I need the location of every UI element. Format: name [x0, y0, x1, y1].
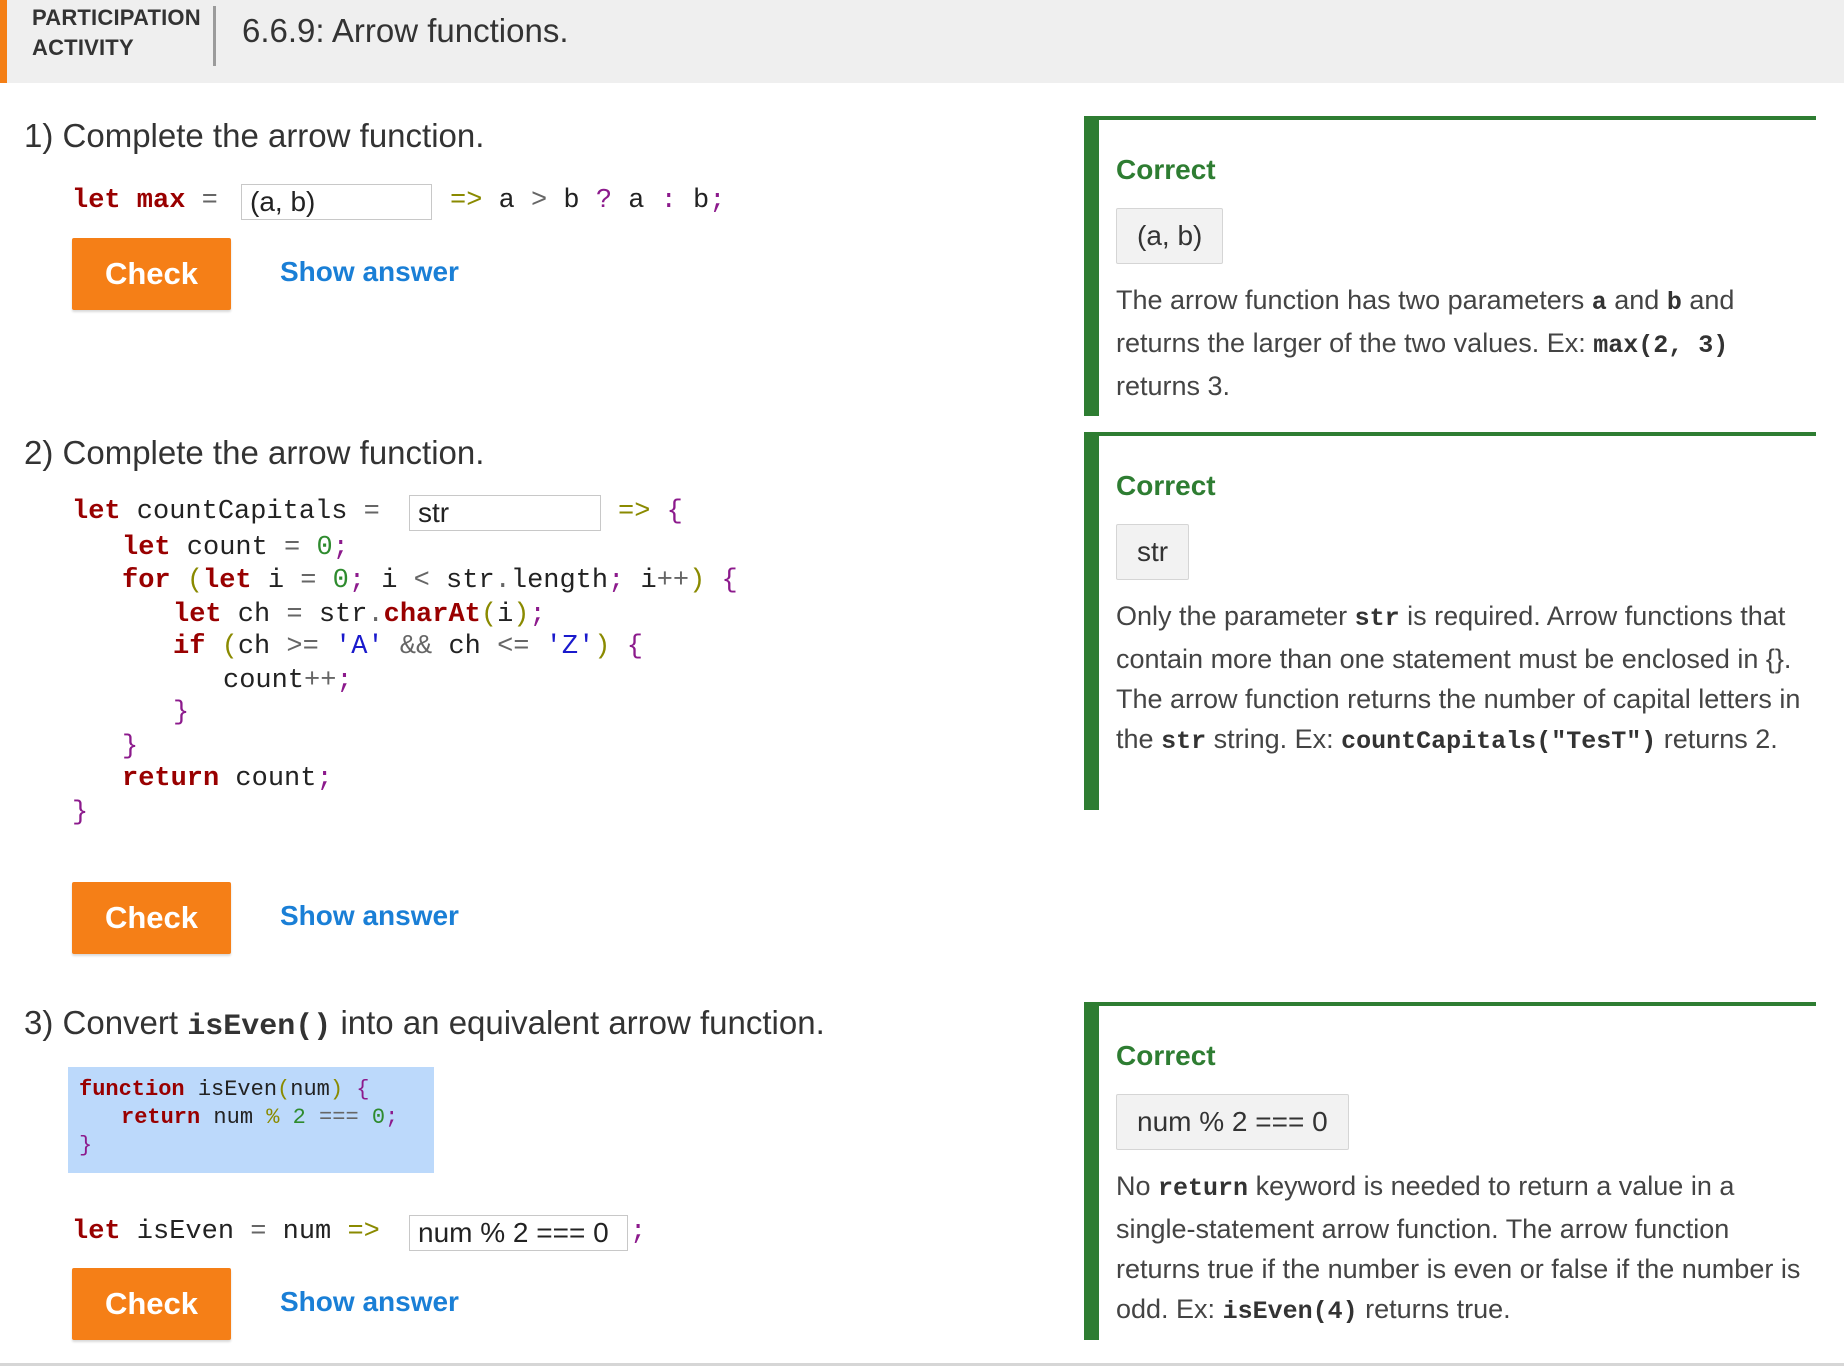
- q1-show-answer-link[interactable]: Show answer: [280, 256, 459, 288]
- q1-code-after: => a > b ? a : b;: [450, 186, 726, 216]
- q2-code-line-2: let count = 0;: [122, 533, 349, 563]
- q2-explanation-code-2: str: [1161, 727, 1207, 756]
- q3-explanation-text-1: No: [1116, 1171, 1151, 1201]
- q2-code-line-4: let ch = str.charAt(i);: [173, 600, 546, 630]
- question-3-prompt-before: Convert: [62, 1004, 179, 1041]
- q1-code-before: let max =: [72, 186, 218, 216]
- question-2-number: 2): [24, 434, 54, 471]
- q3-answer-input[interactable]: num % 2 === 0: [409, 1215, 628, 1251]
- q3-feedback-panel: Correct num % 2 === 0 No return keyword …: [1084, 1002, 1816, 1340]
- q3-show-answer-link[interactable]: Show answer: [280, 1286, 459, 1318]
- activity-type: PARTICIPATION ACTIVITY: [32, 3, 201, 63]
- q1-explanation-code-2: b: [1666, 288, 1682, 317]
- feedback-top-border: [1099, 432, 1816, 436]
- q3-feedback-answer: num % 2 === 0: [1116, 1094, 1349, 1150]
- q2-explanation-text-4: returns 2.: [1663, 724, 1778, 754]
- question-3-number: 3): [24, 1004, 54, 1041]
- q2-code-line-3: for (let i = 0; i < str.length; i++) {: [122, 566, 738, 596]
- q3-feedback-status: Correct: [1116, 1040, 1216, 1071]
- q3-explanation-code-2: isEven(4): [1222, 1297, 1358, 1326]
- feedback-top-border: [1099, 1002, 1816, 1006]
- q2-feedback-panel: Correct str Only the parameter str is re…: [1084, 432, 1816, 810]
- q2-feedback-status: Correct: [1116, 470, 1216, 501]
- q1-feedback-answer: (a, b): [1116, 208, 1224, 264]
- q2-code-line-5: if (ch >= 'A' && ch <= 'Z') {: [173, 632, 643, 662]
- q2-explanation-code-1: str: [1354, 604, 1400, 633]
- q3-explanation-code-1: return: [1158, 1174, 1249, 1203]
- question-3-prompt-after: into an equivalent arrow function.: [340, 1004, 825, 1041]
- question-2-prompt: Complete the arrow function.: [62, 434, 485, 471]
- q2-code-line-7: }: [173, 698, 190, 728]
- q3-original-code-block: function isEven(num) { return num % 2 ==…: [68, 1067, 434, 1173]
- q2-code-line-10: }: [72, 798, 89, 828]
- q2-code-line-1-after: => {: [618, 497, 683, 527]
- header-accent-bar: [0, 0, 7, 83]
- q2-code-line-1-before: let countCapitals =: [72, 497, 380, 527]
- q1-explanation-text-4: returns 3.: [1116, 371, 1231, 401]
- q2-explanation-text-3: string. Ex:: [1213, 724, 1334, 754]
- q3-code-line-3: }: [79, 1133, 93, 1158]
- bottom-divider: [0, 1363, 1844, 1366]
- q3-code-line-1: function isEven(num) {: [79, 1077, 370, 1102]
- question-1-prompt: Complete the arrow function.: [62, 117, 485, 154]
- q1-explanation-code-1: a: [1591, 288, 1607, 317]
- q1-feedback-status: Correct: [1116, 154, 1216, 185]
- q2-code-line-9: return count;: [122, 764, 333, 794]
- q2-code-line-8: }: [122, 732, 139, 762]
- question-1-title: 1) Complete the arrow function.: [24, 117, 484, 155]
- q1-explanation-text-1: The arrow function has two parameters: [1116, 285, 1585, 315]
- feedback-accent-bar: [1084, 1002, 1099, 1340]
- feedback-top-border: [1099, 116, 1816, 120]
- q2-explanation-text-1: Only the parameter: [1116, 601, 1348, 631]
- q2-check-button[interactable]: Check: [72, 882, 231, 954]
- q3-code-after: ;: [630, 1217, 647, 1247]
- activity-type-line1: PARTICIPATION: [32, 5, 201, 30]
- q3-code-before: let isEven = num =>: [72, 1217, 380, 1247]
- question-1-number: 1): [24, 117, 54, 154]
- question-3-title: 3) Convert isEven() into an equivalent a…: [24, 1004, 825, 1044]
- q2-show-answer-link[interactable]: Show answer: [280, 900, 459, 932]
- q2-explanation-code-3: countCapitals("TesT"): [1341, 727, 1657, 756]
- q3-feedback-explanation: No return keyword is needed to return a …: [1116, 1166, 1816, 1332]
- q2-feedback-explanation: Only the parameter str is required. Arro…: [1116, 596, 1816, 762]
- activity-header: PARTICIPATION ACTIVITY 6.6.9: Arrow func…: [0, 0, 1844, 83]
- q1-answer-input[interactable]: (a, b): [241, 184, 432, 220]
- q1-explanation-code-3: max(2, 3): [1593, 331, 1729, 360]
- q2-feedback-answer: str: [1116, 524, 1190, 580]
- q2-code-line-6: count++;: [223, 666, 353, 696]
- q1-check-button[interactable]: Check: [72, 238, 231, 310]
- q3-explanation-text-3: returns true.: [1365, 1294, 1511, 1324]
- activity-type-line2: ACTIVITY: [32, 35, 134, 60]
- q3-code-line-2: return num % 2 === 0;: [121, 1105, 399, 1130]
- q2-answer-input[interactable]: str: [409, 495, 601, 531]
- activity-title: 6.6.9: Arrow functions.: [242, 12, 569, 49]
- q1-feedback-explanation: The arrow function has two parameters a …: [1116, 280, 1816, 406]
- q3-check-button[interactable]: Check: [72, 1268, 231, 1340]
- q1-feedback-panel: Correct (a, b) The arrow function has tw…: [1084, 116, 1816, 416]
- question-2-title: 2) Complete the arrow function.: [24, 434, 484, 472]
- q1-explanation-text-2: and: [1614, 285, 1660, 315]
- header-divider: [213, 6, 216, 66]
- feedback-accent-bar: [1084, 116, 1099, 416]
- feedback-accent-bar: [1084, 432, 1099, 810]
- question-3-prompt-code: isEven(): [187, 1010, 332, 1044]
